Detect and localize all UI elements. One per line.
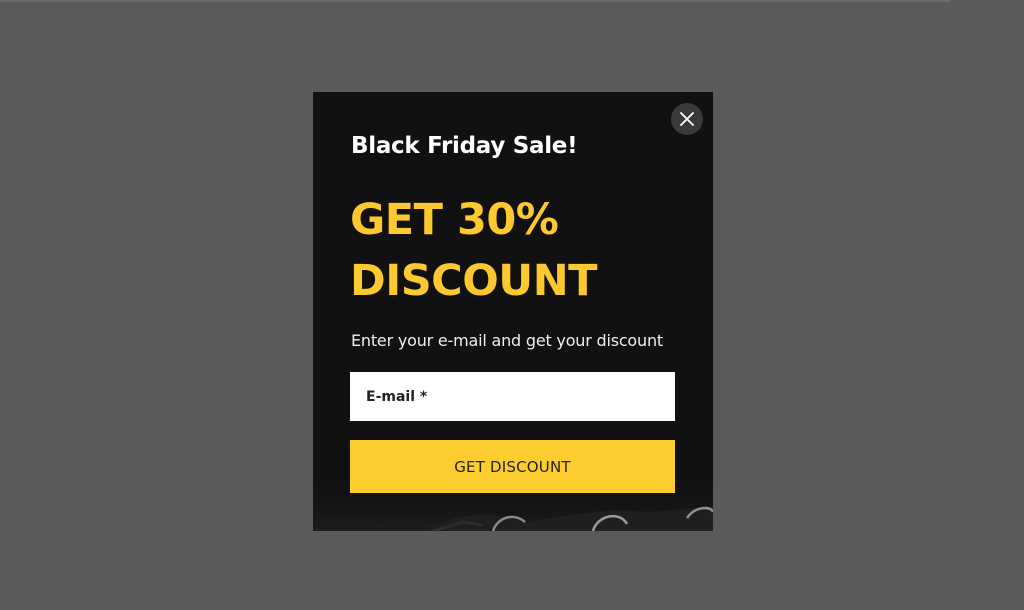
email-field[interactable] bbox=[350, 372, 675, 421]
close-icon bbox=[680, 112, 694, 126]
discount-headline: GET 30% DISCOUNT bbox=[350, 195, 598, 306]
discount-popup: Black Friday Sale! GET 30% DISCOUNT Ente… bbox=[313, 92, 713, 531]
close-button[interactable] bbox=[671, 103, 703, 135]
popup-subtitle: Black Friday Sale! bbox=[351, 133, 578, 159]
page-top-edge bbox=[0, 0, 950, 2]
get-discount-button[interactable]: GET DISCOUNT bbox=[350, 440, 675, 493]
popup-description: Enter your e-mail and get your discount bbox=[351, 331, 663, 350]
